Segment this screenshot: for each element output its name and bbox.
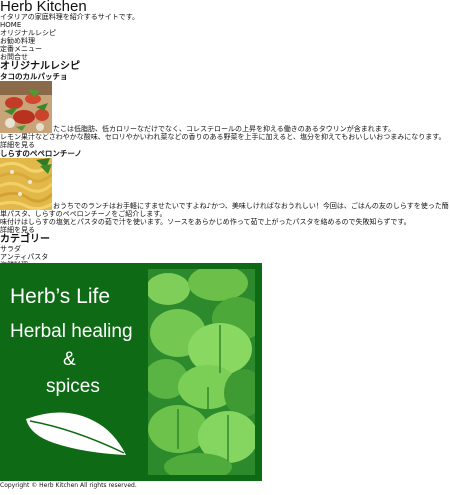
recipes-heading: オリジナルレシピ (0, 61, 80, 72)
recipe-item: タコのカルパッチョ たこは低脂肪、低カロリーなだけでなく、コレステロールの上昇を… (0, 72, 450, 149)
mint-photo (148, 269, 255, 475)
carpaccio-thumbnail (0, 81, 52, 133)
recipes-section: オリジナルレシピ タコのカルパッチョ たこは低脂肪、低カロリーなだけでなく、コレ… (0, 62, 450, 234)
banner-title: Herb’s Life (10, 285, 110, 308)
herbs-life-banner[interactable]: Herb’s Life Herbal healing & spices (0, 263, 262, 481)
recipe-description: おうちでのランチはお手軽にすませたいですよね♪かつ、美味しければなおうれしい！今… (53, 202, 449, 210)
category-link-antipasto[interactable]: アンティパスタ (0, 253, 450, 261)
recipe-item: しらすのペペロンチーノ おうちでのランチはお手軽にすませたいですよね♪かつ、美味… (0, 149, 450, 234)
nav-recommended-link[interactable]: お勧め料理 (0, 37, 450, 45)
recipe-description-continued: 単パスタ、しらすのペペロンチーノをご紹介します。 (0, 210, 167, 218)
banner-subtitle: Herbal healing (10, 321, 133, 342)
recipe-description-continued: 味付けはしらすの塩気とパスタの茹で汁を使います。ソースをあらかじめ作って茹で上が… (0, 218, 411, 226)
recipe-title: しらすのペペロンチーノ (0, 149, 82, 158)
recipe-body: おうちでのランチはお手軽にすませたいですよね♪かつ、美味しければなおうれしい！今… (0, 158, 450, 210)
leaf-icon (26, 412, 126, 455)
peperoncino-thumbnail (0, 158, 52, 210)
nav-contact-link[interactable]: お問合せ (0, 53, 450, 61)
category-link-salad[interactable]: サラダ (0, 245, 450, 253)
nav-standard-menu-link[interactable]: 定番メニュー (0, 45, 450, 53)
copyright: Copyright © Herb Kitchen All rights rese… (0, 482, 137, 489)
banner-ampersand: & (63, 349, 76, 370)
recipe-more-link[interactable]: 詳細を見る (0, 141, 450, 149)
site-title: Herb Kitchen (0, 0, 87, 15)
main-nav: HOME オリジナルレシピ お勧め料理 定番メニュー お問合せ (0, 21, 450, 61)
nav-home-link[interactable]: HOME (0, 21, 450, 29)
recipe-description-continued: レモン果汁などさわやかな酸味、セロリやかいわれ菜などの香りのある野菜を上手に加え… (0, 133, 446, 141)
site-tagline: イタリアの家庭料理を紹介するサイトです。 (0, 13, 140, 21)
nav-original-recipes-link[interactable]: オリジナルレシピ (0, 29, 450, 37)
site-header: Herb Kitchen イタリアの家庭料理を紹介するサイトです。 (0, 0, 450, 21)
recipe-body: たこは低脂肪、低カロリーなだけでなく、コレステロールの上昇を抑える働きのあるタウ… (0, 81, 450, 133)
recipe-description: たこは低脂肪、低カロリーなだけでなく、コレステロールの上昇を抑える働きのあるタウ… (53, 125, 396, 133)
recipe-title: タコのカルパッチョ (0, 72, 68, 81)
categories-heading: カテゴリー (0, 234, 50, 245)
banner-subtitle-2: spices (46, 376, 100, 397)
recipe-more-link[interactable]: 詳細を見る (0, 226, 450, 234)
